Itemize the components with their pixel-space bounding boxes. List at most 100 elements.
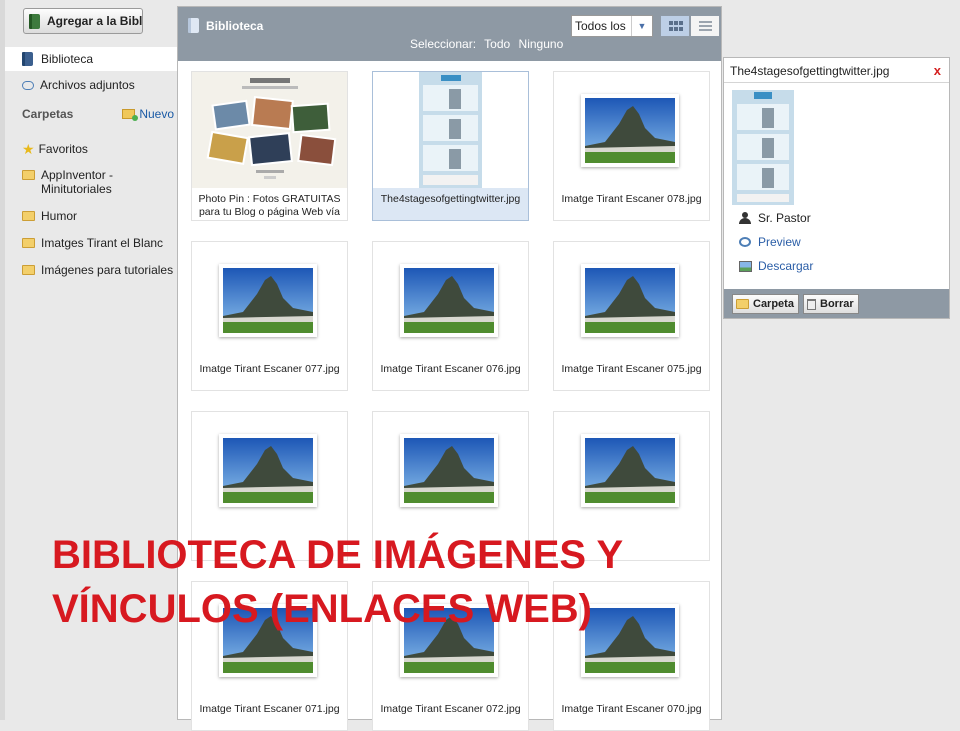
image-download-icon (739, 260, 752, 272)
close-preview-button[interactable]: x (934, 63, 941, 78)
media-caption: Imatge Tirant Escaner 076.jpg (380, 363, 521, 375)
delete-label: Borrar (820, 298, 854, 310)
photopin-image (192, 72, 347, 188)
preview-filename: The4stagesofgettingtwitter.jpg (730, 64, 890, 78)
folder-label: Humor (41, 209, 78, 223)
list-view-button[interactable] (690, 15, 720, 37)
media-item[interactable]: Photo Pin : Fotos GRATUITAS para tu Blog… (191, 71, 348, 221)
photo-image (404, 438, 494, 503)
photo-frame (581, 94, 679, 167)
media-item[interactable] (553, 411, 710, 561)
photo-image (585, 268, 675, 333)
photo-image (585, 438, 675, 503)
folder-humor[interactable]: Humor (22, 209, 177, 223)
move-to-folder-button[interactable]: Carpeta (732, 294, 799, 314)
photo-frame (219, 264, 317, 337)
new-folder-icon (122, 109, 139, 121)
media-caption: Imatge Tirant Escaner 075.jpg (561, 363, 702, 375)
library-header-bar: Biblioteca Todos los ▼ Seleccionar: Todo… (178, 7, 721, 61)
nav-item-label: Archivos adjuntos (40, 78, 135, 92)
media-thumbnail (373, 242, 528, 358)
preview-divider (724, 82, 949, 83)
preview-link-label: Preview (758, 235, 801, 249)
photo-frame (581, 264, 679, 337)
media-item[interactable]: Imatge Tirant Escaner 075.jpg (553, 241, 710, 391)
nav-item-attachments[interactable]: Archivos adjuntos (5, 73, 177, 97)
user-icon (739, 212, 751, 224)
folder-label: Imatges Tirant el Blanc (41, 236, 164, 250)
media-item[interactable] (372, 411, 529, 561)
page-title-label: Biblioteca (206, 18, 264, 33)
folders-heading: Carpetas Nuevo (22, 107, 174, 123)
folder-imatges-tirant[interactable]: Imatges Tirant el Blanc (22, 236, 177, 250)
media-caption: Imatge Tirant Escaner 070.jpg (561, 703, 702, 715)
media-caption: Imatge Tirant Escaner 071.jpg (199, 703, 340, 715)
photo-image (404, 608, 494, 673)
folder-label: AppInventor - Minitutoriales (41, 168, 114, 196)
library-main-panel: Biblioteca Todos los ▼ Seleccionar: Todo… (177, 6, 722, 731)
new-folder-label: Nuevo (139, 107, 174, 121)
photo-frame (581, 604, 679, 677)
folder-icon (22, 265, 35, 275)
page-title: Biblioteca (188, 18, 263, 33)
media-thumbnail (554, 72, 709, 188)
preview-panel: The4stagesofgettingtwitter.jpg x Sr. Pas… (723, 57, 950, 319)
media-item[interactable]: The4stagesofgettingtwitter.jpg (372, 71, 529, 221)
delete-button[interactable]: Borrar (803, 294, 859, 314)
nav-item-biblioteca[interactable]: Biblioteca (5, 47, 177, 71)
preview-thumbnail (732, 90, 794, 205)
folder-favoritos[interactable]: ★ Favoritos (22, 142, 177, 156)
media-thumbnail (373, 412, 528, 528)
library-book-icon (188, 18, 199, 33)
add-to-library-button[interactable]: Agregar a la Bibl (23, 8, 143, 34)
media-caption: The4stagesofgettingtwitter.jpg (380, 193, 521, 205)
folder-appinventor[interactable]: AppInventor - Minitutoriales (22, 168, 177, 196)
media-item[interactable]: Imatge Tirant Escaner 076.jpg (372, 241, 529, 391)
selection-controls: Seleccionar: Todo Ninguno (410, 37, 568, 51)
folder-label: Imágenes para tutoriales (41, 263, 174, 277)
trash-icon (807, 298, 816, 310)
author-name: Sr. Pastor (758, 211, 811, 225)
grid-view-button[interactable] (660, 15, 690, 37)
photo-frame (400, 264, 498, 337)
photo-image (223, 608, 313, 673)
magnifier-icon (739, 237, 751, 247)
media-item[interactable]: Imatge Tirant Escaner 078.jpg (553, 71, 710, 221)
chevron-down-icon: ▼ (631, 16, 652, 36)
new-folder-link[interactable]: Nuevo (122, 107, 174, 121)
folder-icon (22, 211, 35, 221)
media-thumbnail (554, 412, 709, 528)
folder-imagenes-tutoriales[interactable]: Imágenes para tutoriales (22, 263, 177, 277)
media-thumbnail (373, 72, 528, 188)
download-link[interactable]: Descargar (739, 259, 813, 273)
media-caption: Imatge Tirant Escaner 077.jpg (199, 363, 340, 375)
photo-image (404, 268, 494, 333)
media-item[interactable]: Imatge Tirant Escaner 077.jpg (191, 241, 348, 391)
media-thumbnail (192, 72, 347, 188)
media-thumbnail (192, 242, 347, 358)
select-all-link[interactable]: Todo (484, 37, 510, 51)
photo-image (585, 98, 675, 163)
download-link-label: Descargar (758, 259, 814, 273)
select-none-link[interactable]: Ninguno (519, 37, 564, 51)
folder-icon (736, 299, 749, 309)
add-to-library-label: Agregar a la Bibl (47, 14, 143, 28)
media-type-select[interactable]: Todos los ▼ (571, 15, 653, 37)
media-thumbnail (554, 582, 709, 698)
library-sidebar: Agregar a la Bibl Biblioteca Archivos ad… (5, 0, 177, 720)
media-thumbnail (192, 582, 347, 698)
preview-link[interactable]: Preview (739, 235, 801, 249)
author-row: Sr. Pastor (739, 211, 811, 225)
media-caption: Imatge Tirant Escaner 072.jpg (380, 703, 521, 715)
folder-label: Favoritos (38, 142, 88, 156)
media-item[interactable] (191, 411, 348, 561)
photo-image (223, 438, 313, 503)
media-item[interactable]: Imatge Tirant Escaner 070.jpg (553, 581, 710, 731)
media-thumbnail (373, 582, 528, 698)
move-to-folder-label: Carpeta (753, 298, 794, 310)
nav-item-label: Biblioteca (41, 52, 94, 66)
star-icon: ★ (22, 141, 35, 157)
photo-frame (400, 434, 498, 507)
media-item[interactable]: Imatge Tirant Escaner 071.jpg (191, 581, 348, 731)
media-item[interactable]: Imatge Tirant Escaner 072.jpg (372, 581, 529, 731)
